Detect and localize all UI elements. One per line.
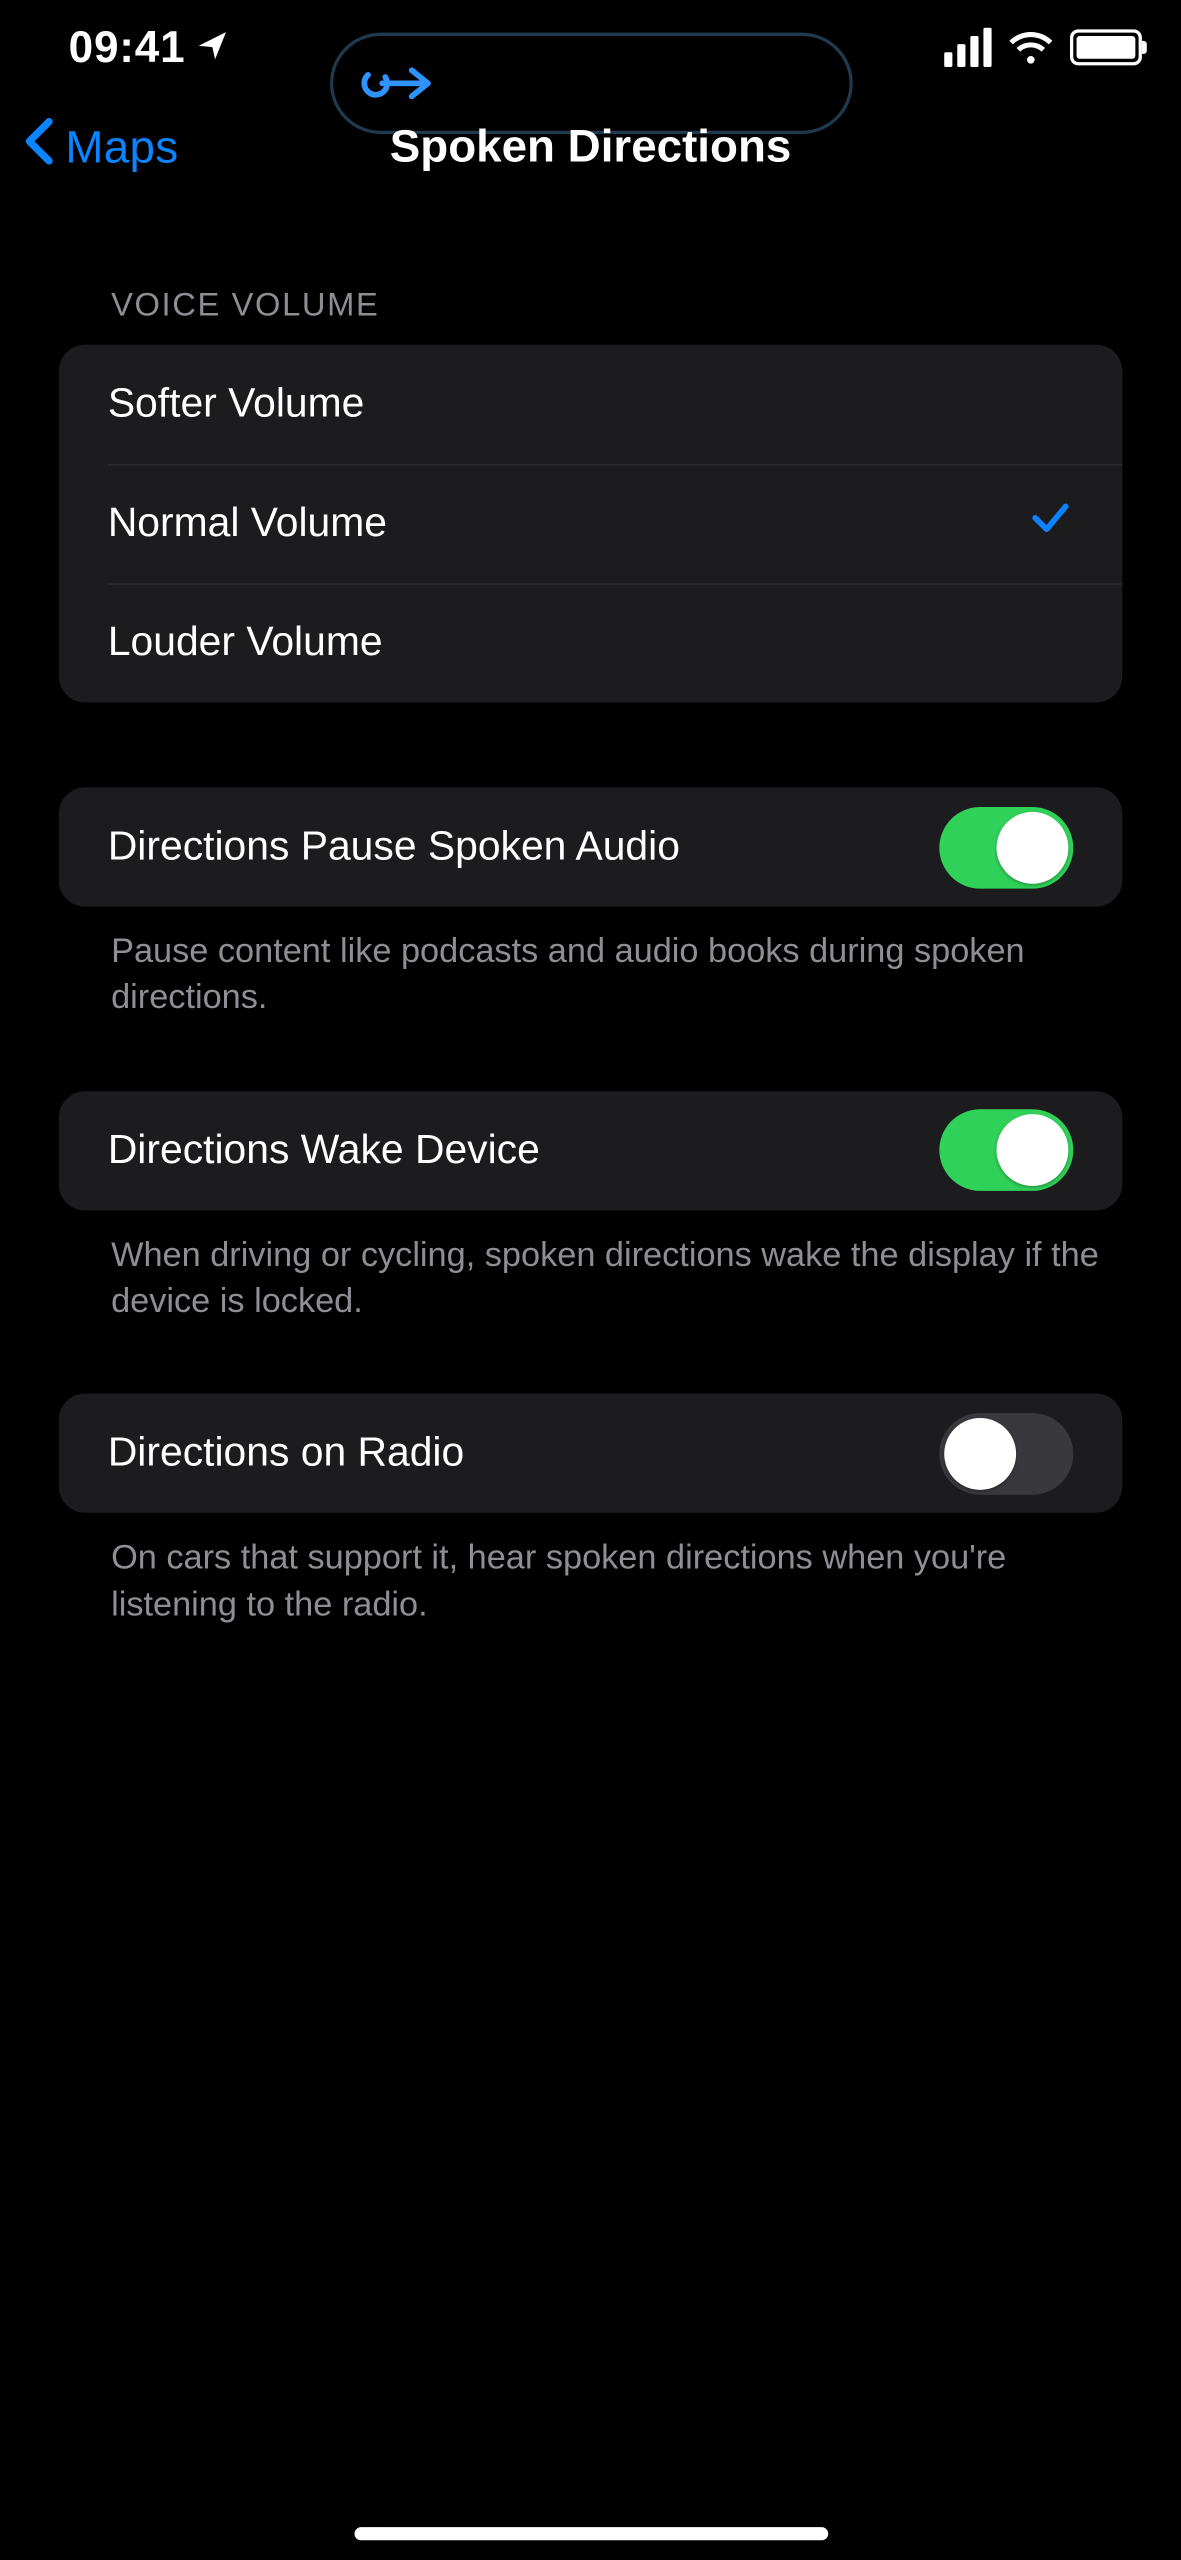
- row-wake-device[interactable]: Directions Wake Device: [59, 1091, 1122, 1210]
- navigation-bar: Maps Spoken Directions: [0, 95, 1181, 200]
- battery-icon: [1070, 29, 1142, 65]
- status-time: 09:41: [69, 22, 186, 73]
- option-label: Softer Volume: [108, 381, 365, 428]
- wifi-icon: [1008, 29, 1054, 65]
- toggle-wake-device[interactable]: [939, 1110, 1073, 1192]
- footer-on-radio: On cars that support it, hear spoken dir…: [0, 1513, 1181, 1628]
- status-left: 09:41: [69, 22, 228, 73]
- home-indicator[interactable]: [354, 2527, 828, 2540]
- footer-wake-device: When driving or cycling, spoken directio…: [0, 1210, 1181, 1325]
- section-header-voice-volume: VOICE VOLUME: [0, 288, 1181, 345]
- row-pause-audio[interactable]: Directions Pause Spoken Audio: [59, 787, 1122, 906]
- row-on-radio[interactable]: Directions on Radio: [59, 1394, 1122, 1513]
- wake-device-group: Directions Wake Device: [59, 1091, 1122, 1210]
- page-title: Spoken Directions: [390, 121, 792, 173]
- chevron-left-icon: [23, 117, 56, 177]
- cellular-signal-icon: [944, 28, 991, 67]
- back-label: Maps: [65, 121, 178, 173]
- on-radio-group: Directions on Radio: [59, 1394, 1122, 1513]
- footer-pause-audio: Pause content like podcasts and audio bo…: [0, 907, 1181, 1022]
- voice-volume-group: Softer Volume Normal Volume Louder Volum…: [59, 345, 1122, 703]
- option-label: Louder Volume: [108, 619, 383, 666]
- option-softer-volume[interactable]: Softer Volume: [59, 345, 1122, 464]
- back-button[interactable]: Maps: [23, 117, 179, 177]
- toggle-on-radio[interactable]: [939, 1413, 1073, 1495]
- row-label: Directions on Radio: [108, 1430, 464, 1477]
- toggle-pause-audio[interactable]: [939, 806, 1073, 888]
- row-label: Directions Wake Device: [108, 1127, 540, 1174]
- row-label: Directions Pause Spoken Audio: [108, 823, 680, 870]
- option-label: Normal Volume: [108, 500, 387, 547]
- option-louder-volume[interactable]: Louder Volume: [59, 583, 1122, 702]
- checkmark-icon: [1028, 495, 1074, 552]
- location-icon: [195, 22, 228, 73]
- status-right: [944, 28, 1142, 67]
- content: VOICE VOLUME Softer Volume Normal Volume…: [0, 199, 1181, 1629]
- option-normal-volume[interactable]: Normal Volume: [59, 464, 1122, 583]
- pause-audio-group: Directions Pause Spoken Audio: [59, 787, 1122, 906]
